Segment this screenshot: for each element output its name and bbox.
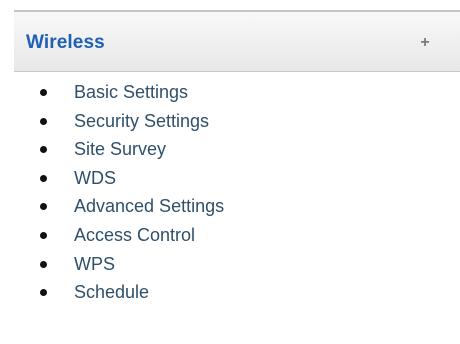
bullet-icon	[40, 146, 47, 154]
bullet-icon	[40, 89, 47, 96]
bullet-icon	[40, 174, 47, 182]
menu-item-label[interactable]: Advanced Settings	[74, 192, 224, 221]
menu-item-label[interactable]: Site Survey	[74, 135, 166, 164]
section-header-wireless[interactable]: Wireless +	[14, 10, 460, 72]
bullet-icon	[40, 231, 47, 239]
menu-item-label[interactable]: Basic Settings	[74, 78, 188, 107]
wireless-menu-panel: Wireless + Basic Settings Security Setti…	[0, 0, 460, 344]
section-title[interactable]: Wireless	[26, 32, 105, 54]
bullet-icon	[40, 117, 47, 125]
bullet-icon	[40, 203, 47, 211]
plus-icon[interactable]: +	[419, 34, 431, 52]
menu-item-label[interactable]: WDS	[74, 164, 116, 193]
bullet-icon	[40, 289, 47, 297]
menu-item-label[interactable]: Security Settings	[74, 107, 209, 136]
menu-item-label[interactable]: WPS	[74, 250, 115, 279]
menu-item-label[interactable]: Access Control	[74, 221, 195, 250]
bullet-icon	[40, 260, 47, 268]
menu-item-label[interactable]: Schedule	[74, 278, 149, 307]
